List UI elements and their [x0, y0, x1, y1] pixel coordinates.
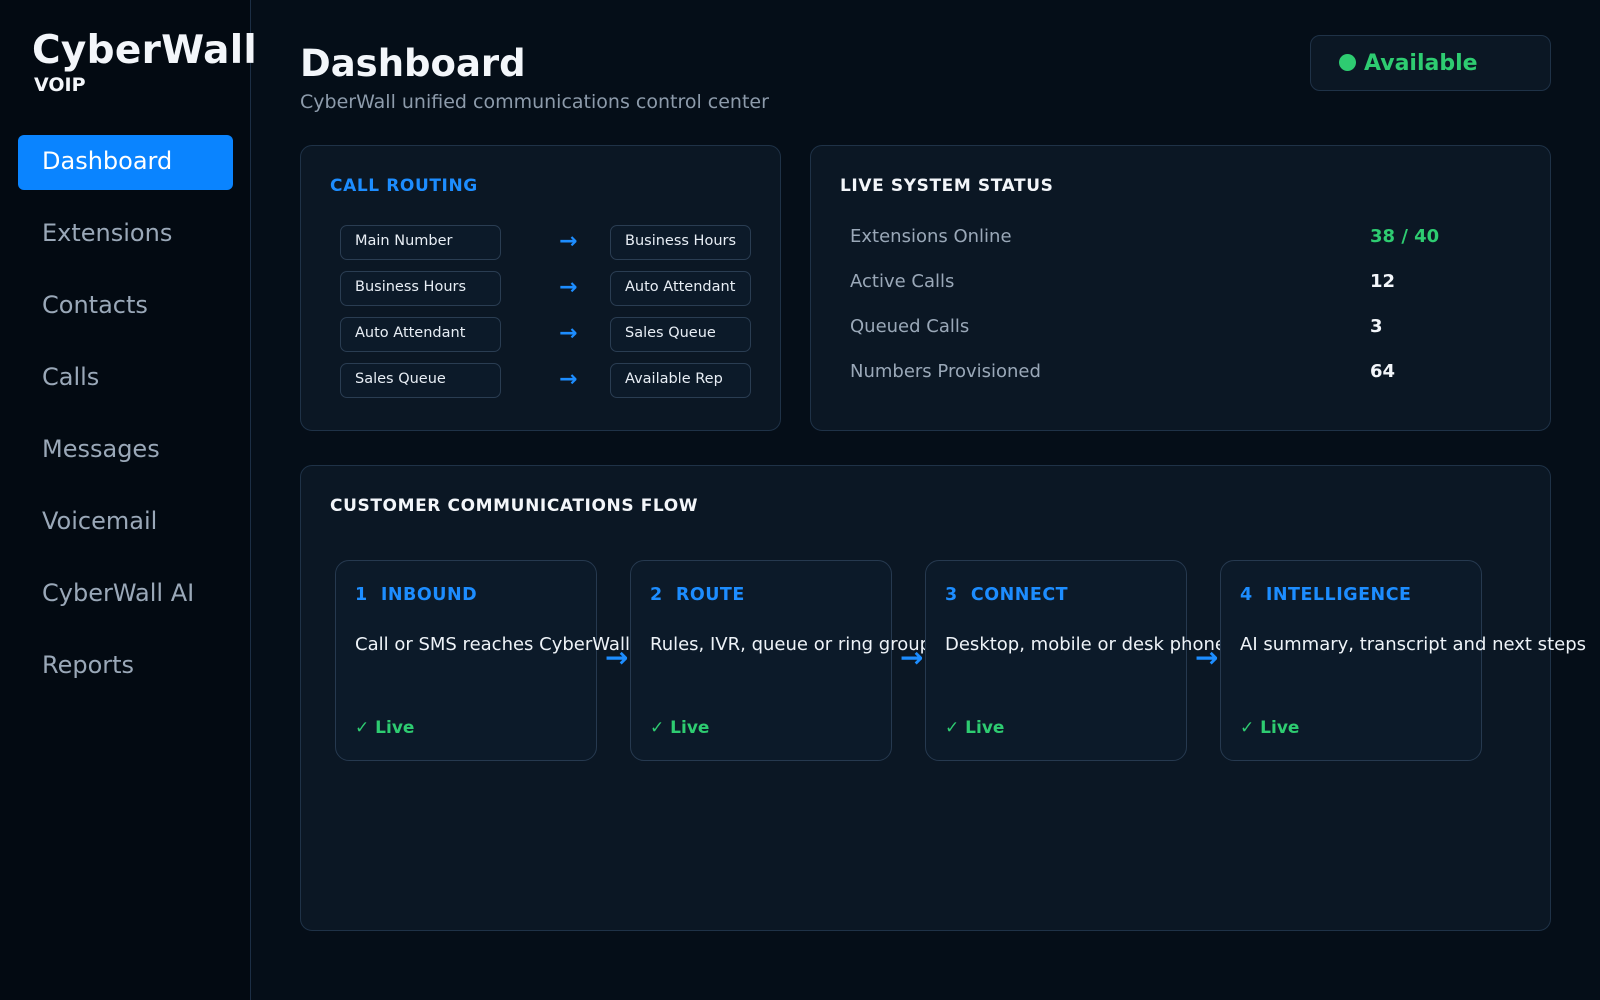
stat-label-numbers-provisioned: Numbers Provisioned	[850, 361, 1041, 382]
stat-value-numbers-provisioned: 64	[1370, 361, 1396, 382]
flow-step-description: Rules, IVR, queue or ring group	[650, 634, 932, 655]
route-arrow-icon: →	[559, 229, 578, 254]
sidebar-item-cyberwall-ai[interactable]: CyberWall AI	[18, 567, 233, 622]
route-arrow-icon: →	[559, 321, 578, 346]
route-to[interactable]: Business Hours	[610, 225, 751, 260]
sidebar-nav: Dashboard Extensions Contacts Calls Mess…	[18, 135, 233, 711]
route-arrow-icon: →	[559, 275, 578, 300]
stat-value-queued-calls: 3	[1370, 316, 1383, 337]
system-status-title: LIVE SYSTEM STATUS	[840, 176, 1054, 196]
system-status-card: LIVE SYSTEM STATUS Extensions Online 38 …	[810, 145, 1551, 431]
flow-step-status: ✓ Live	[945, 718, 1005, 738]
flow-arrow-icon: →	[900, 641, 924, 674]
page-title: Dashboard	[300, 42, 526, 85]
route-to[interactable]: Sales Queue	[610, 317, 751, 352]
flow-step-title: 4 INTELLIGENCE	[1240, 585, 1412, 605]
communications-flow-card: CUSTOMER COMMUNICATIONS FLOW 1 INBOUND C…	[300, 465, 1586, 931]
page-subtitle: CyberWall unified communications control…	[300, 91, 769, 113]
route-from[interactable]: Business Hours	[340, 271, 501, 306]
stat-label-active-calls: Active Calls	[850, 271, 955, 292]
flow-step-status: ✓ Live	[355, 718, 415, 738]
call-routing-card: CALL ROUTING Main Number → Business Hour…	[300, 145, 781, 431]
flow-step-title: 3 CONNECT	[945, 585, 1069, 605]
flow-step-description: AI summary, transcript and next steps	[1240, 634, 1586, 655]
call-routing-title: CALL ROUTING	[330, 176, 478, 196]
brand-logo[interactable]: CyberWall VOIP	[32, 28, 257, 96]
flow-step-route[interactable]: 2 ROUTE Rules, IVR, queue or ring group …	[630, 560, 931, 761]
sidebar-item-voicemail[interactable]: Voicemail	[18, 495, 233, 550]
sidebar-item-reports[interactable]: Reports	[18, 639, 233, 694]
route-from[interactable]: Auto Attendant	[340, 317, 501, 352]
sidebar: CyberWall VOIP Dashboard Extensions Cont…	[0, 0, 257, 1000]
status-dot-icon	[1339, 54, 1356, 71]
flow-step-description: Call or SMS reaches CyberWall	[355, 634, 630, 655]
sidebar-item-calls[interactable]: Calls	[18, 351, 233, 406]
flow-step-connect[interactable]: 3 CONNECT Desktop, mobile or desk phone …	[925, 560, 1226, 761]
stat-value-active-calls: 12	[1370, 271, 1396, 292]
communications-flow-title: CUSTOMER COMMUNICATIONS FLOW	[330, 496, 699, 516]
route-from[interactable]: Sales Queue	[340, 363, 501, 398]
flow-step-title: 2 ROUTE	[650, 585, 745, 605]
flow-step-description: Desktop, mobile or desk phone	[945, 634, 1226, 655]
route-from[interactable]: Main Number	[340, 225, 501, 260]
stat-label-queued-calls: Queued Calls	[850, 316, 970, 337]
sidebar-item-contacts[interactable]: Contacts	[18, 279, 233, 334]
flow-arrow-icon: →	[605, 641, 629, 674]
availability-status-button[interactable]: Available	[1310, 35, 1551, 91]
route-to[interactable]: Auto Attendant	[610, 271, 751, 306]
flow-step-status: ✓ Live	[1240, 718, 1300, 738]
flow-step-inbound[interactable]: 1 INBOUND Call or SMS reaches CyberWall …	[335, 560, 630, 761]
main-content: Dashboard CyberWall unified communicatio…	[300, 0, 1586, 1000]
flow-step-intelligence[interactable]: 4 INTELLIGENCE AI summary, transcript an…	[1220, 560, 1586, 761]
availability-status-label: Available	[1364, 51, 1478, 76]
stat-label-extensions-online: Extensions Online	[850, 226, 1012, 247]
route-to[interactable]: Available Rep	[610, 363, 751, 398]
flow-step-status: ✓ Live	[650, 718, 710, 738]
flow-step-title: 1 INBOUND	[355, 585, 478, 605]
flow-arrow-icon: →	[1195, 641, 1219, 674]
brand-name: CyberWall	[32, 28, 258, 73]
sidebar-item-messages[interactable]: Messages	[18, 423, 233, 478]
sidebar-item-dashboard[interactable]: Dashboard	[18, 135, 233, 190]
sidebar-item-extensions[interactable]: Extensions	[18, 207, 233, 262]
brand-sub: VOIP	[34, 74, 86, 96]
stat-value-extensions-online: 38 / 40	[1370, 226, 1440, 247]
route-arrow-icon: →	[559, 367, 578, 392]
